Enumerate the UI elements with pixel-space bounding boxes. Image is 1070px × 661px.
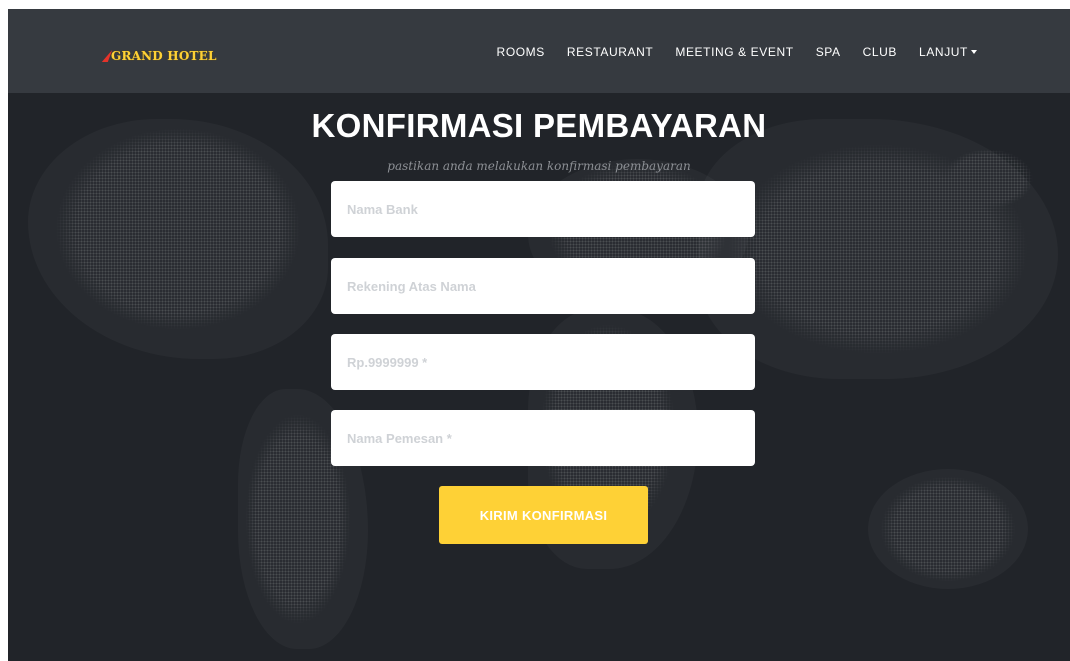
- caret-down-icon: [971, 49, 977, 54]
- nav-item-meeting-event[interactable]: MEETING & EVENT: [664, 43, 804, 61]
- nav-menu: ROOMS RESTAURANT MEETING & EVENT SPA CLU…: [486, 43, 988, 61]
- nav-dropdown-lanjut[interactable]: LANJUT: [908, 43, 988, 61]
- page-title: KONFIRMASI PEMBAYARAN: [311, 107, 767, 144]
- account-name-input[interactable]: [331, 258, 755, 314]
- page-subtitle: pastikan anda melakukan konfirmasi pemba…: [387, 159, 691, 173]
- submit-confirmation-button[interactable]: KIRIM KONFIRMASI: [439, 486, 648, 544]
- nav-item-spa[interactable]: SPA: [805, 43, 852, 61]
- amount-input[interactable]: [331, 334, 755, 390]
- nav-item-club[interactable]: CLUB: [852, 43, 908, 61]
- navbar: GRAND HOTEL ROOMS RESTAURANT MEETING & E…: [8, 9, 1070, 93]
- brand-name: GRAND HOTEL: [111, 49, 217, 63]
- page-frame: GRAND HOTEL ROOMS RESTAURANT MEETING & E…: [8, 9, 1070, 661]
- nav-item-restaurant[interactable]: RESTAURANT: [556, 43, 664, 61]
- bank-name-input[interactable]: [331, 181, 755, 237]
- nav-item-rooms[interactable]: ROOMS: [486, 43, 556, 61]
- brand-logo[interactable]: GRAND HOTEL: [101, 49, 217, 63]
- customer-name-input[interactable]: [331, 410, 755, 466]
- nav-dropdown-label: LANJUT: [919, 45, 968, 59]
